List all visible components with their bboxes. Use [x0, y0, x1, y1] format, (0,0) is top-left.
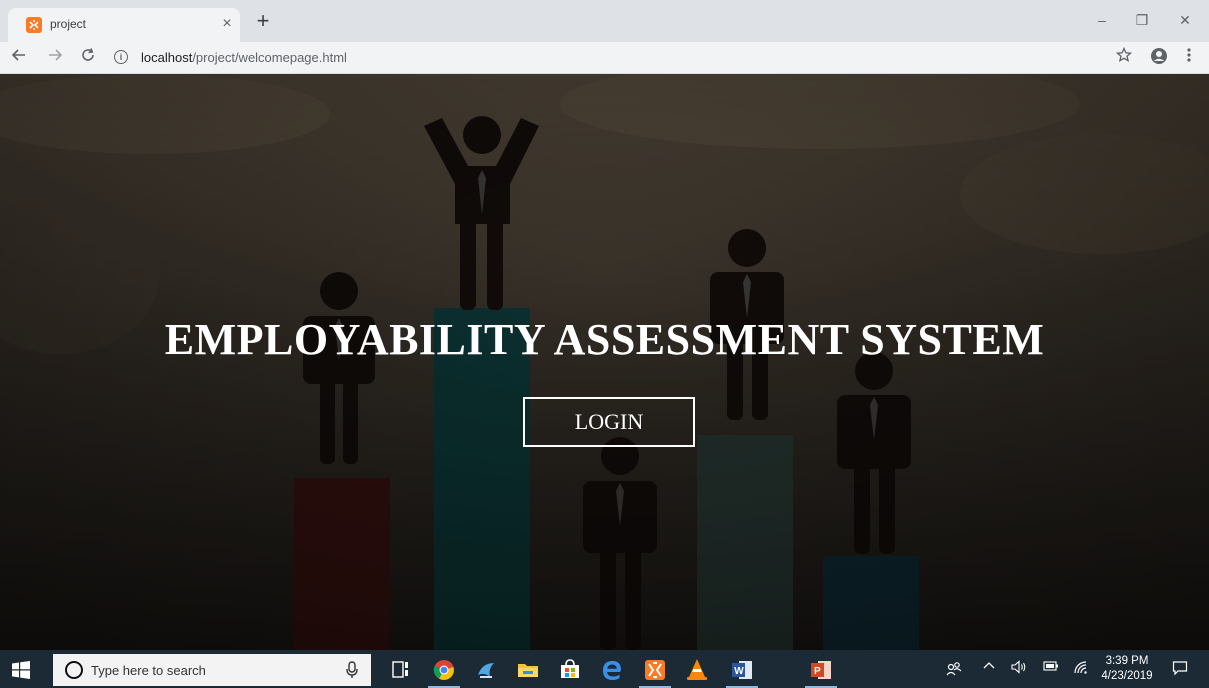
tab-title: project — [50, 17, 87, 31]
file-explorer-icon[interactable] — [512, 655, 544, 685]
browser-toolbar: i localhost/project/welcomepage.html — [0, 42, 1209, 74]
clock-time: 3:39 PM — [1105, 655, 1149, 667]
address-bar[interactable]: i localhost/project/welcomepage.html — [108, 46, 1103, 70]
window-close-button[interactable]: ✕ — [1170, 8, 1200, 32]
clock-date: 4/23/2019 — [1101, 670, 1153, 682]
tab-close-icon[interactable]: × — [217, 14, 237, 34]
tray-expand-chevron-icon[interactable] — [983, 660, 995, 675]
page-title: EMPLOYABILITY ASSESSMENT SYSTEM — [164, 315, 1045, 364]
assistant-icon[interactable] — [470, 655, 502, 685]
windows-start-icon[interactable] — [8, 658, 30, 680]
back-arrow-icon[interactable] — [8, 47, 30, 69]
cortana-icon — [65, 661, 83, 679]
new-tab-button[interactable]: + — [252, 10, 274, 33]
window-restore-button[interactable]: ❐ — [1127, 8, 1157, 32]
xampp-icon[interactable] — [639, 655, 671, 688]
wifi-icon[interactable] — [1073, 660, 1089, 677]
browser-tab-strip: project × + – ❐ ✕ — [0, 0, 1209, 42]
login-button[interactable]: LOGIN — [523, 397, 695, 447]
page-viewport: EMPLOYABILITY ASSESSMENT SYSTEM LOGIN — [0, 74, 1209, 650]
svg-text:W: W — [734, 666, 744, 677]
profile-avatar-icon[interactable] — [1148, 47, 1170, 69]
chrome-icon[interactable] — [428, 655, 460, 688]
site-info-icon[interactable]: i — [114, 50, 128, 64]
volume-icon[interactable] — [1011, 660, 1027, 677]
word-icon[interactable]: W — [726, 655, 758, 688]
people-icon[interactable] — [946, 660, 962, 679]
store-icon[interactable] — [554, 655, 586, 685]
microphone-icon[interactable] — [345, 661, 361, 679]
url-path: /project/welcomepage.html — [192, 50, 347, 65]
taskbar-search-input[interactable]: Type here to search — [91, 663, 206, 678]
battery-icon[interactable] — [1043, 660, 1059, 675]
vlc-icon[interactable] — [681, 655, 713, 685]
url-text: localhost/project/welcomepage.html — [141, 50, 347, 65]
taskbar-search-box[interactable]: Type here to search — [53, 654, 371, 686]
screen: project × + – ❐ ✕ i localhost/project/we… — [0, 0, 1209, 688]
window-minimize-button[interactable]: – — [1087, 8, 1117, 32]
browser-menu-icon[interactable] — [1178, 47, 1200, 69]
browser-tab[interactable]: project × — [8, 8, 240, 42]
xampp-favicon-icon — [26, 17, 42, 33]
edge-icon[interactable] — [596, 655, 628, 685]
forward-arrow-icon[interactable] — [44, 47, 66, 69]
windows-taskbar: Type here to search W P 3:39 PM 4/23/201… — [0, 650, 1209, 688]
svg-text:P: P — [814, 666, 821, 677]
action-center-icon[interactable] — [1172, 660, 1188, 676]
system-clock[interactable]: 3:39 PM 4/23/2019 — [1099, 654, 1155, 684]
task-view-icon[interactable] — [385, 655, 417, 685]
reload-icon[interactable] — [77, 47, 99, 69]
url-host: localhost — [141, 50, 193, 65]
powerpoint-icon[interactable]: P — [805, 655, 837, 688]
bookmark-star-icon[interactable] — [1113, 46, 1135, 69]
